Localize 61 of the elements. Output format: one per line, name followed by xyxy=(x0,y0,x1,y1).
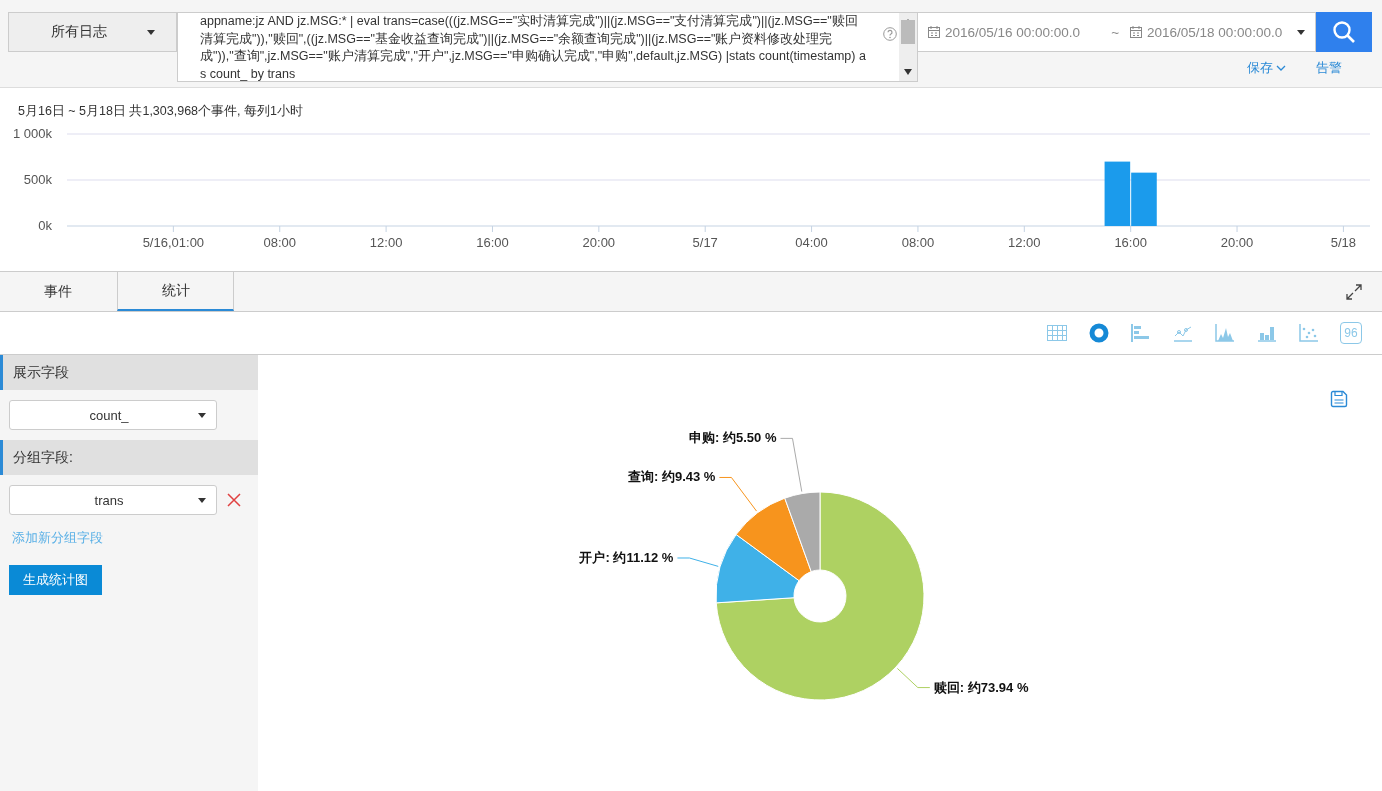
line-chart-icon xyxy=(1173,324,1193,342)
close-icon[interactable] xyxy=(227,493,241,507)
help-icon[interactable] xyxy=(883,27,897,41)
column-chart-icon xyxy=(1257,324,1277,342)
leader-line xyxy=(896,667,931,689)
y-axis-label: 0k xyxy=(38,218,52,233)
area-chart-icon xyxy=(1215,324,1235,342)
slice-label: 赎回: 约73.94 % xyxy=(933,679,1029,695)
slice-label: 申购: 约5.50 % xyxy=(689,430,777,446)
histogram-bar xyxy=(1104,161,1131,226)
x-axis-label: 16:00 xyxy=(1114,235,1147,250)
search-button[interactable] xyxy=(1316,12,1372,52)
x-axis-label: 20:00 xyxy=(582,235,616,250)
histogram-bar xyxy=(1131,172,1157,226)
x-axis-label: 5/16,01:00 xyxy=(142,235,205,250)
x-axis-label: 12:00 xyxy=(1008,235,1041,250)
table-icon xyxy=(1047,325,1067,341)
scrollbar[interactable] xyxy=(899,13,917,81)
query-field[interactable]: appname:jz AND jz.MSG:* | eval trans=case(((jz.MSG=="实时清算完成")||(jz.MSG=="支付清算完成")||(jz.MSG=="赎回清算完成")),"赎回",((jz.MSG=="基金收益查询完成")||(jz.MSG=="余额查询完成")||(jz.MSG=="账户资料修改处理完成")),"查询",jz.MSG=="账户清算完成","开户",jz.MSG=="申购确认完成","申购",default,jz.MSG) |stats count(timestamp) as count_ by trans xyxy=(177,12,918,82)
alert-link[interactable]: 告警 xyxy=(1316,59,1342,77)
leader-line xyxy=(780,437,803,493)
chart-type-button[interactable] xyxy=(1214,322,1236,344)
horizontal-bar-chart-icon xyxy=(1131,324,1151,342)
y-axis-label: 1 000k xyxy=(12,126,52,141)
chart-type-button[interactable] xyxy=(1298,322,1320,344)
slice-label: 查询: 约9.43 % xyxy=(627,469,716,485)
search-icon xyxy=(1332,20,1356,44)
save-menu[interactable]: 保存 xyxy=(1247,59,1286,77)
leader-line xyxy=(718,476,758,512)
x-axis-label: 16:00 xyxy=(476,235,509,250)
chevron-down-icon xyxy=(1276,64,1286,72)
x-axis-label: 20:00 xyxy=(1220,235,1254,250)
event-summary: 5月16日 ~ 5月18日 共1,303,968个事件, 每列1小时 xyxy=(18,103,303,120)
scatter-chart-icon xyxy=(1299,324,1319,342)
tab[interactable]: 统计 xyxy=(117,272,234,311)
x-axis-label: 5/17 xyxy=(692,235,718,250)
time-range-picker[interactable]: 2016/05/16 00:00:00.0 ~ 2016/05/18 00:00:00.0 xyxy=(918,12,1316,52)
section-header: 分组字段: xyxy=(0,440,258,475)
section-header: 展示字段 xyxy=(0,355,258,390)
chart-type-button[interactable] xyxy=(1046,322,1068,344)
tab[interactable]: 事件 xyxy=(0,272,117,311)
scroll-down-icon[interactable] xyxy=(904,69,912,75)
chart-type-button[interactable] xyxy=(1088,322,1110,344)
save-icon[interactable] xyxy=(1330,390,1348,408)
generate-chart-button[interactable]: 生成统计图 xyxy=(9,565,102,595)
field-dropdown[interactable]: count_ xyxy=(9,400,217,430)
x-axis-label: 08:00 xyxy=(263,235,296,250)
calendar-icon xyxy=(928,26,940,38)
field-dropdown[interactable]: trans xyxy=(9,485,217,515)
expand-icon[interactable] xyxy=(1346,283,1362,300)
donut-chart-icon xyxy=(1089,323,1109,343)
slice-label: 开户: 约11.12 % xyxy=(579,550,674,565)
x-axis-label: 04:00 xyxy=(795,235,828,250)
log-source-dropdown[interactable]: 所有日志 xyxy=(8,12,177,52)
leader-line xyxy=(676,557,719,567)
calendar-icon xyxy=(1130,26,1143,38)
x-axis-label: 12:00 xyxy=(369,235,403,250)
chart-type-button[interactable] xyxy=(1130,322,1152,344)
y-axis-label: 500k xyxy=(23,172,52,187)
x-axis-label: 08:00 xyxy=(901,235,935,250)
x-axis-label: 5/18 xyxy=(1330,235,1357,250)
